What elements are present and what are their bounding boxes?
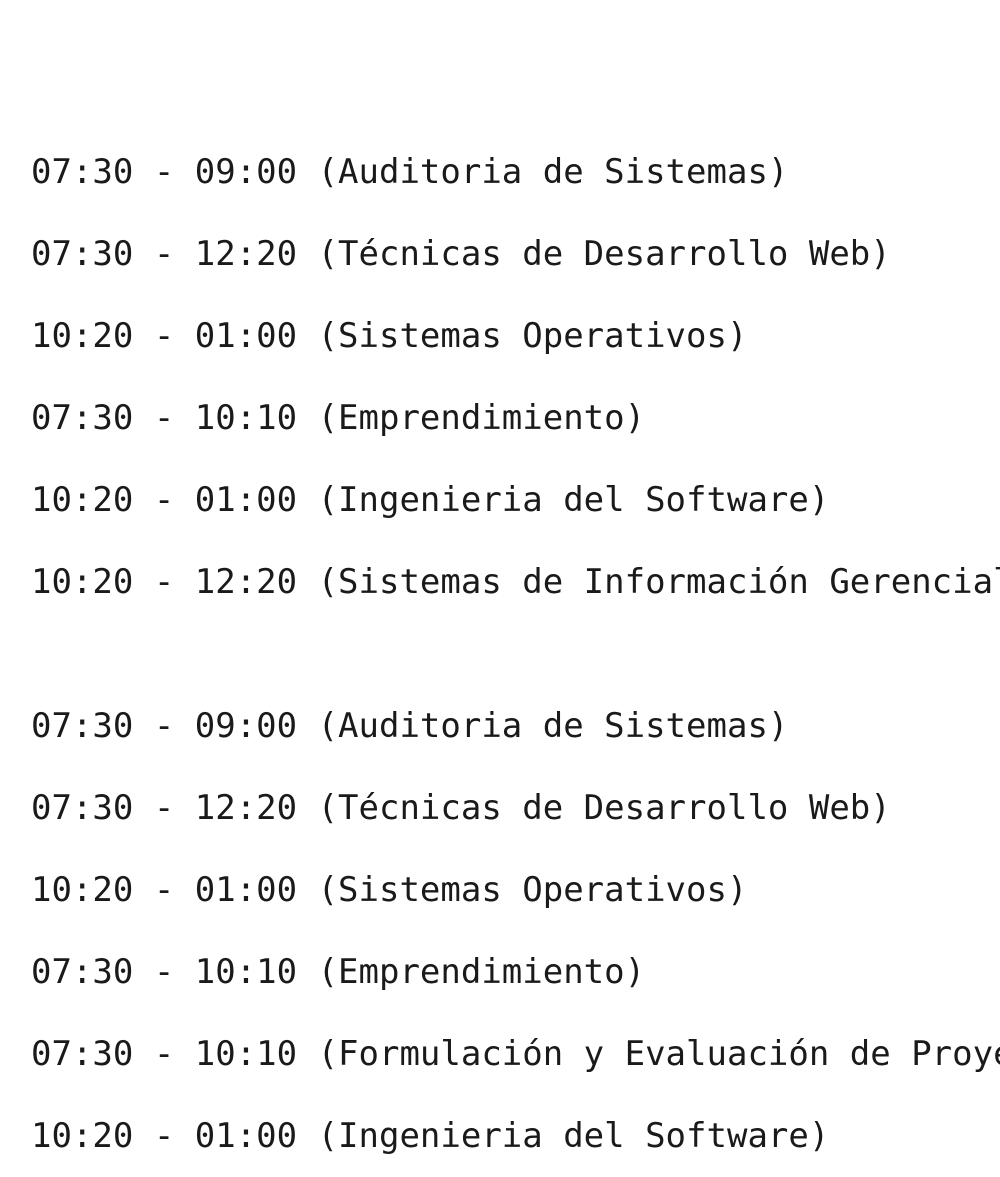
schedule-block-1: 07:30 - 09:00 (Auditoria de Sistemas) 07… <box>31 113 1000 623</box>
schedule-line: 07:30 - 12:20 (Técnicas de Desarrollo We… <box>31 788 891 828</box>
schedule-line: 10:20 - 12:20 (Sistemas de Información G… <box>31 562 1000 602</box>
schedule-line: 07:30 - 10:10 (Emprendimiento) <box>31 398 646 438</box>
schedule-line: 10:20 - 01:00 (Sistemas Operativos) <box>31 870 748 910</box>
schedule-line: 07:30 - 12:20 (Técnicas de Desarrollo We… <box>31 234 891 274</box>
schedule-line: 10:20 - 01:00 (Ingenieria del Software) <box>31 480 830 520</box>
schedule-line: 10:20 - 01:00 (Ingenieria del Software) <box>31 1116 830 1156</box>
schedule-line: 10:20 - 01:00 (Sistemas Operativos) <box>31 316 748 356</box>
schedule-line: 07:30 - 10:10 (Emprendimiento) <box>31 952 646 992</box>
schedule-line: 07:30 - 10:10 (Formulación y Evaluación … <box>31 1034 1000 1074</box>
schedule-line: 07:30 - 09:00 (Auditoria de Sistemas) <box>31 152 789 192</box>
schedule-block-2: 07:30 - 09:00 (Auditoria de Sistemas) 07… <box>31 667 1000 1177</box>
schedule-line: 07:30 - 09:00 (Auditoria de Sistemas) <box>31 706 789 746</box>
